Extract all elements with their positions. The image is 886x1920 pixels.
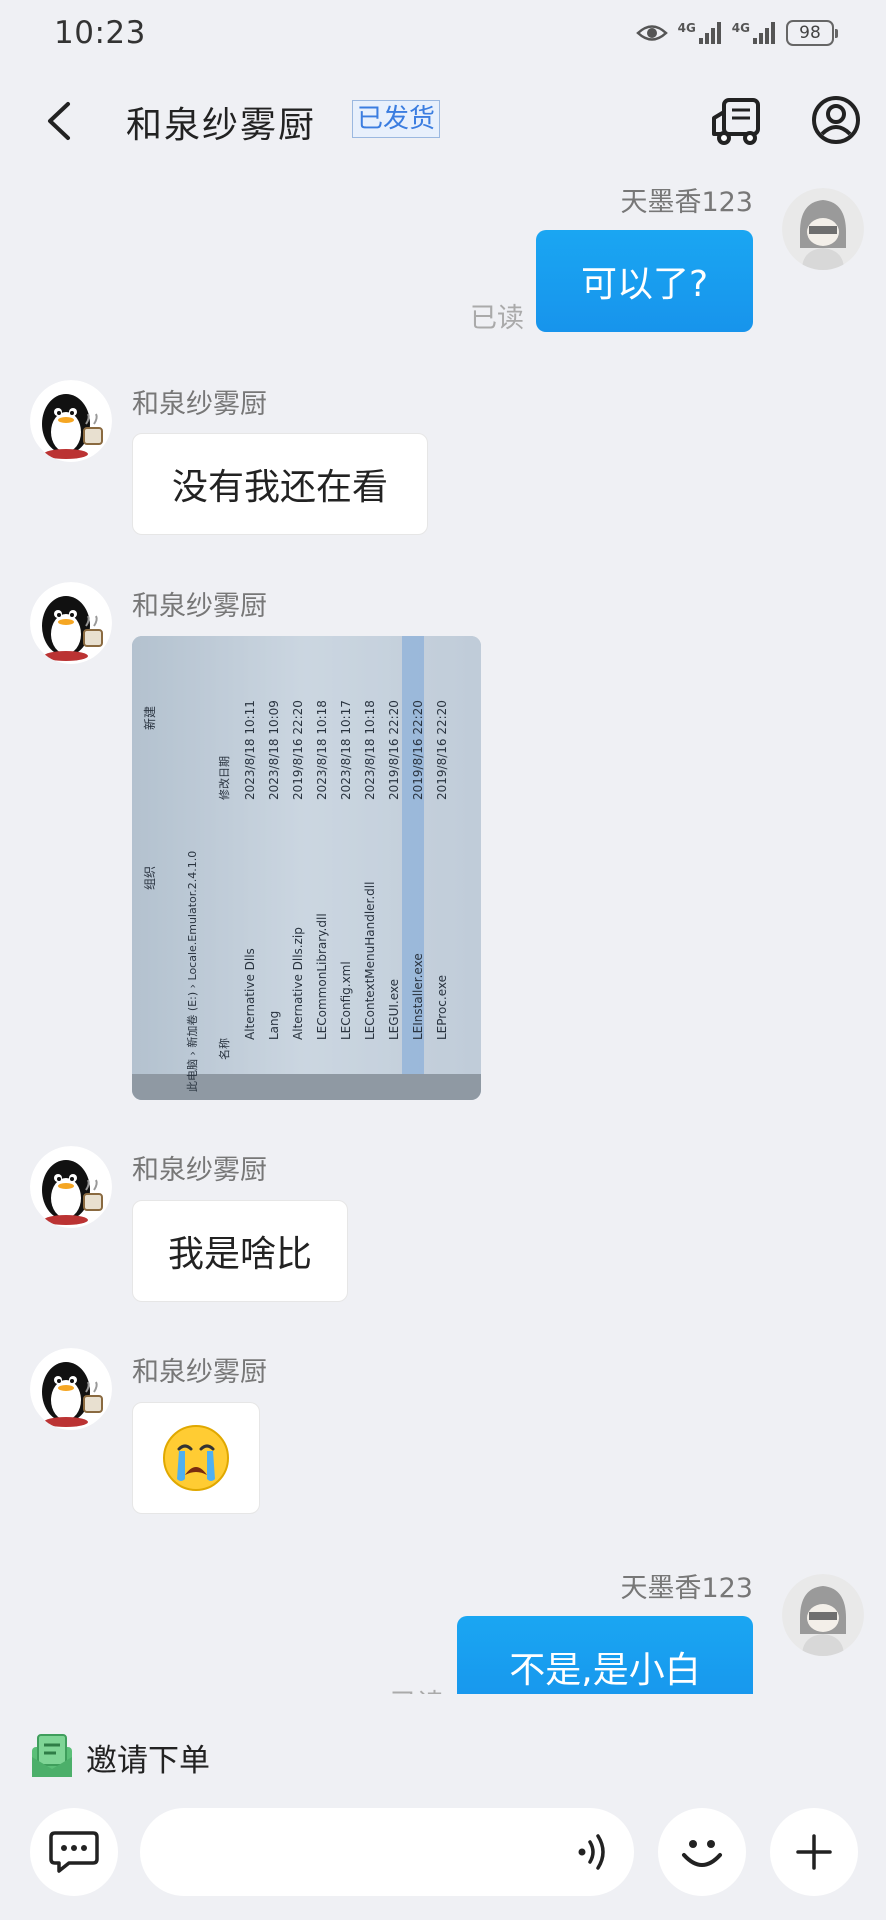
image-column-name: 名称 xyxy=(217,1038,231,1060)
emoji-face-icon xyxy=(682,1840,722,1867)
chat-bubble-icon xyxy=(49,1831,99,1873)
image-file-name: LEInstaller.exe xyxy=(411,953,425,1040)
image-toolbar-left: 组织 xyxy=(143,866,157,890)
status-bar: 10:23 4G 4G 98 xyxy=(0,0,886,66)
image-file-date: 2023/8/18 10:09 xyxy=(267,700,281,800)
message-text: 可以了? xyxy=(580,264,709,305)
message-input[interactable] xyxy=(140,1808,634,1896)
sender-name: 天墨香123 xyxy=(620,1573,753,1604)
signal-icon-1: 4G xyxy=(678,21,722,45)
avatar[interactable] xyxy=(30,582,112,664)
input-bar xyxy=(0,1808,886,1904)
nav-bar: 和泉纱雾厨 已发货 xyxy=(0,80,886,162)
sender-name: 和泉纱雾厨 xyxy=(132,1155,267,1186)
sender-name: 和泉纱雾厨 xyxy=(132,1357,267,1388)
image-file-name: LEProc.exe xyxy=(435,975,449,1040)
message-text: 没有我还在看 xyxy=(171,467,388,508)
network-label-2: 4G xyxy=(731,21,750,35)
emoji-message[interactable]: 😭 xyxy=(132,1402,260,1514)
message-bubble-incoming[interactable]: 我是啥比 xyxy=(132,1200,348,1302)
screenshot-photo: 此电脑 › 新加卷 (E:) › Locale.Emulator.2.4.1.0… xyxy=(132,636,481,1100)
avatar[interactable] xyxy=(30,1348,112,1430)
image-file-date: 2023/8/18 10:17 xyxy=(339,700,353,800)
crying-face-icon xyxy=(163,1425,229,1491)
back-arrow-icon[interactable] xyxy=(38,98,82,144)
image-file-name: Alternative Dlls xyxy=(243,948,257,1040)
status-icons: 4G 4G 98 xyxy=(635,20,838,46)
image-file-date: 2019/8/16 22:20 xyxy=(387,700,401,800)
sender-name: 天墨香123 xyxy=(620,187,753,218)
plus-icon xyxy=(796,1834,832,1870)
page-title: 和泉纱雾厨 xyxy=(126,105,317,146)
avatar[interactable] xyxy=(30,1146,112,1228)
delivery-truck-icon[interactable] xyxy=(710,96,764,146)
image-file-name: Alternative Dlls.zip xyxy=(291,927,305,1040)
image-file-name: Lang xyxy=(267,1011,281,1040)
sender-name: 和泉纱雾厨 xyxy=(132,389,267,420)
order-status-badge[interactable]: 已发货 xyxy=(352,100,441,138)
image-breadcrumb: 此电脑 › 新加卷 (E:) › Locale.Emulator.2.4.1.0 xyxy=(185,851,199,1092)
message-bubble-incoming[interactable]: 没有我还在看 xyxy=(132,433,428,535)
image-file-name: LEGUI.exe xyxy=(387,979,401,1040)
image-column-date: 修改日期 xyxy=(217,756,231,800)
image-file-date: 2023/8/18 10:11 xyxy=(243,700,257,800)
image-message[interactable]: 此电脑 › 新加卷 (E:) › Locale.Emulator.2.4.1.0… xyxy=(132,636,481,1100)
sender-name: 和泉纱雾厨 xyxy=(132,591,267,622)
invite-order-button[interactable]: 邀请下单 xyxy=(28,1728,210,1786)
image-toolbar-right: 新建 xyxy=(142,706,157,730)
message-bubble-outgoing[interactable]: 不是,是小白 xyxy=(457,1616,753,1694)
avatar[interactable] xyxy=(782,188,864,270)
avatar[interactable] xyxy=(782,1574,864,1656)
more-button[interactable] xyxy=(770,1808,858,1896)
image-file-date: 2019/8/16 22:20 xyxy=(411,700,425,800)
read-status: 已读 xyxy=(390,1682,444,1694)
image-file-date: 2019/8/16 22:20 xyxy=(291,700,305,800)
invite-order-label: 邀请下单 xyxy=(86,1742,210,1779)
image-file-name: LEContextMenuHandler.dll xyxy=(363,882,377,1040)
image-file-date: 2019/8/16 22:20 xyxy=(435,700,449,800)
emoji-button[interactable] xyxy=(658,1808,746,1896)
chat-toggle-button[interactable] xyxy=(30,1808,118,1896)
image-file-name: LEConfig.xml xyxy=(339,961,353,1040)
order-invite-icon xyxy=(32,1734,72,1777)
message-text: 不是,是小白 xyxy=(509,1650,701,1691)
image-file-date: 2023/8/18 10:18 xyxy=(315,700,329,800)
image-file-name: LECommonLibrary.dll xyxy=(315,913,329,1040)
chat-area[interactable]: 天墨香123 可以了? 已读 和泉纱雾厨 没有我还在看 和泉纱雾厨 此电脑 › … xyxy=(0,166,886,1694)
image-file-date: 2023/8/18 10:18 xyxy=(363,700,377,800)
message-text: 我是啥比 xyxy=(167,1234,312,1275)
network-label-1: 4G xyxy=(677,21,696,35)
voice-icon[interactable] xyxy=(576,1832,612,1872)
read-status: 已读 xyxy=(470,303,524,334)
signal-icon-2: 4G xyxy=(732,21,776,45)
battery-icon: 98 xyxy=(786,20,838,46)
eye-icon xyxy=(635,25,668,41)
status-time: 10:23 xyxy=(54,15,146,51)
profile-icon[interactable] xyxy=(810,94,862,146)
avatar[interactable] xyxy=(30,380,112,462)
message-bubble-outgoing[interactable]: 可以了? xyxy=(536,230,753,332)
